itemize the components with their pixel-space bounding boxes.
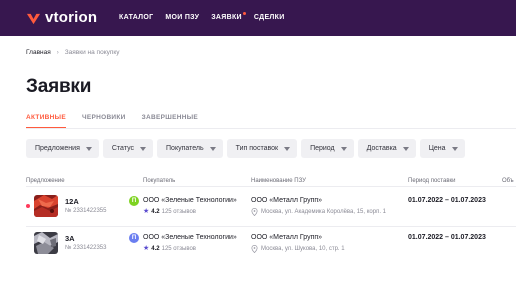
tabs-divider [26, 128, 516, 129]
column-header-period[interactable]: Период поставки [408, 178, 455, 184]
filter-label: Цена [428, 145, 446, 152]
filter-offers[interactable]: Предложения [26, 139, 99, 158]
location-pin-icon [251, 208, 258, 216]
buyer-name[interactable]: ООО «Зеленые Технологии» [143, 197, 237, 204]
chevron-down-icon [284, 146, 291, 151]
logo-text: vtorion [45, 9, 98, 26]
chevron-down-icon [209, 146, 216, 151]
notification-dot [242, 12, 246, 15]
filter-price[interactable]: Цена [419, 139, 465, 158]
column-header-buyer[interactable]: Покупатель [143, 178, 175, 184]
rating-reviews: 125 отзывов [161, 245, 196, 252]
filter-label: Предложения [35, 145, 80, 152]
delivery-period: 01.07.2022 – 01.07.2023 [408, 234, 486, 241]
nav-item-deals[interactable]: СДЕЛКИ [254, 14, 285, 21]
seller-address-text: Москва, ул. Академика Королёва, 15, корп… [261, 209, 386, 215]
rating-score: 4.2 [151, 208, 160, 215]
filter-label: Доставка [366, 145, 397, 152]
status-tabs: АКТИВНЫЕ ЧЕРНОВИКИ ЗАВЕРШЕННЫЕ [26, 114, 198, 128]
breadcrumb-current: Заявки на покупку [64, 49, 120, 56]
filter-status[interactable]: Статус [102, 139, 154, 158]
column-header-volume[interactable]: Объ [502, 178, 514, 184]
seller-address-text: Москва, ул. Шукова, 10, стр. 1 [261, 246, 345, 252]
item-thumbnail[interactable] [34, 195, 58, 217]
column-header-pzu-name[interactable]: Наименование ПЗУ [251, 178, 306, 184]
buyer-name[interactable]: ООО «Зеленые Технологии» [143, 234, 237, 241]
item-name[interactable]: 12А [65, 197, 79, 206]
chevron-down-icon [340, 146, 347, 151]
item-thumbnail[interactable] [34, 232, 58, 254]
top-navigation-bar: vtorion КАТАЛОГ МОИ ПЗУ ЗАЯВКИ СДЕЛКИ [0, 0, 516, 36]
item-number: № 2331422355 [65, 208, 107, 214]
buyer-rating: ★ 4.2 125 отзывов [143, 245, 196, 252]
filter-label: Тип поставок [235, 145, 279, 152]
seller-address: Москва, ул. Шукова, 10, стр. 1 [251, 245, 345, 253]
column-header-offer[interactable]: Предложение [26, 178, 65, 184]
item-image-icon [34, 232, 58, 254]
page-title: Заявки [26, 76, 92, 97]
breadcrumb-separator: › [56, 49, 59, 56]
star-icon: ★ [143, 208, 150, 215]
chevron-down-icon [402, 146, 409, 151]
table-row[interactable]: 3А № 2331422353 П ООО «Зеленые Технологи… [0, 229, 516, 267]
filter-period[interactable]: Период [301, 139, 354, 158]
table-header-divider [26, 186, 516, 187]
avatar: П [129, 196, 139, 206]
star-icon: ★ [143, 245, 150, 252]
breadcrumb: Главная › Заявки на покупку [26, 49, 120, 56]
breadcrumb-home-link[interactable]: Главная [26, 49, 51, 56]
item-name[interactable]: 3А [65, 234, 75, 243]
unread-indicator [26, 204, 30, 208]
rating-reviews: 125 отзывов [161, 208, 196, 215]
item-number: № 2331422353 [65, 245, 107, 251]
chevron-down-icon [140, 146, 147, 151]
filter-label: Покупатель [166, 145, 204, 152]
buyer-rating: ★ 4.2 125 отзывов [143, 208, 196, 215]
chevron-down-icon [85, 146, 92, 151]
item-image-icon [34, 195, 58, 217]
filter-label: Период [310, 145, 335, 152]
logo[interactable]: vtorion [26, 10, 97, 26]
filters-bar: Предложения Статус Покупатель Тип постав… [26, 139, 465, 158]
nav-item-requests-label: ЗАЯВКИ [211, 14, 242, 21]
nav-item-catalog[interactable]: КАТАЛОГ [119, 14, 153, 21]
seller-address: Москва, ул. Академика Королёва, 15, корп… [251, 208, 386, 216]
filter-delivery-type[interactable]: Тип поставок [226, 139, 298, 158]
rating-score: 4.2 [151, 245, 160, 252]
avatar: П [129, 233, 139, 243]
main-nav: КАТАЛОГ МОИ ПЗУ ЗАЯВКИ СДЕЛКИ [119, 12, 285, 21]
tab-completed[interactable]: ЗАВЕРШЕННЫЕ [142, 114, 198, 128]
tab-active[interactable]: АКТИВНЫЕ [26, 114, 66, 128]
tab-drafts[interactable]: ЧЕРНОВИКИ [82, 114, 126, 128]
seller-name[interactable]: ООО «Металл Групп» [251, 234, 322, 241]
filter-buyer[interactable]: Покупатель [157, 139, 223, 158]
filter-shipping[interactable]: Доставка [357, 139, 416, 158]
filter-label: Статус [111, 145, 135, 152]
location-pin-icon [251, 245, 258, 253]
chevron-down-icon [451, 146, 458, 151]
table-row[interactable]: 12А № 2331422355 П ООО «Зеленые Технолог… [0, 192, 516, 230]
delivery-period: 01.07.2022 – 01.07.2023 [408, 197, 486, 204]
row-divider [26, 226, 516, 227]
nav-item-my-pzu[interactable]: МОИ ПЗУ [165, 14, 199, 21]
seller-name[interactable]: ООО «Металл Групп» [251, 197, 322, 204]
nav-item-requests[interactable]: ЗАЯВКИ [211, 12, 246, 21]
logo-mark-icon [26, 13, 41, 24]
